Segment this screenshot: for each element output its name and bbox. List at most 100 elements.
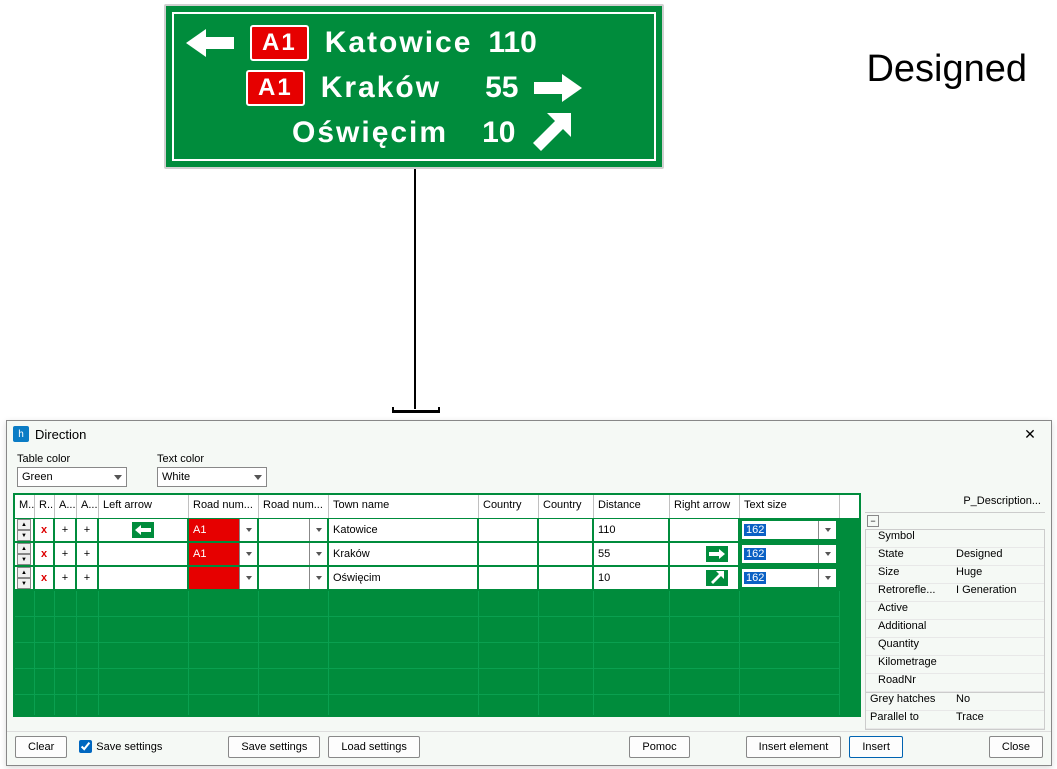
dropdown-icon[interactable] — [239, 567, 257, 589]
property-value[interactable]: I Generation — [952, 584, 1044, 601]
distance-cell[interactable]: 55 — [594, 543, 670, 565]
col-header[interactable]: A... — [55, 495, 77, 518]
add-button[interactable]: + — [55, 543, 77, 565]
property-value[interactable] — [952, 530, 1044, 547]
col-header[interactable]: Town name — [329, 495, 479, 518]
collapse-icon[interactable]: − — [867, 515, 879, 527]
delete-row-button[interactable]: x — [35, 543, 55, 565]
property-value[interactable] — [952, 620, 1044, 637]
row-spinner[interactable]: ▲▼ — [15, 567, 35, 589]
town-cell[interactable]: Kraków — [329, 543, 479, 565]
dropdown-icon[interactable] — [309, 567, 327, 589]
close-button[interactable]: ✕ — [1015, 423, 1045, 445]
property-value[interactable] — [952, 602, 1044, 619]
property-row[interactable]: Retrorefle...I Generation — [866, 584, 1044, 602]
text-color-combo[interactable]: White — [157, 467, 267, 487]
textsize-cell[interactable]: 162 — [740, 567, 840, 589]
properties-header[interactable]: P_Description... — [865, 493, 1045, 513]
col-header[interactable]: Right arrow — [670, 495, 740, 518]
add-button[interactable]: + — [55, 519, 77, 541]
add-button[interactable]: + — [77, 567, 99, 589]
property-value[interactable] — [952, 674, 1044, 691]
country2-cell[interactable] — [539, 567, 594, 589]
add-button[interactable]: + — [77, 543, 99, 565]
distance-cell[interactable]: 10 — [594, 567, 670, 589]
add-button[interactable]: + — [55, 567, 77, 589]
left-arrow-cell[interactable] — [99, 543, 189, 565]
left-arrow-cell[interactable] — [99, 567, 189, 589]
save-settings-check[interactable] — [79, 740, 92, 753]
col-header[interactable]: Country — [479, 495, 539, 518]
road2-cell[interactable] — [259, 519, 329, 541]
dropdown-icon[interactable] — [309, 519, 327, 541]
clear-button[interactable]: Clear — [15, 736, 67, 758]
property-row[interactable]: Kilometrage — [866, 656, 1044, 674]
distance-cell[interactable]: 110 — [594, 519, 670, 541]
road2-cell[interactable] — [259, 543, 329, 565]
road1-cell[interactable]: A1 — [189, 519, 259, 541]
property-value[interactable] — [952, 656, 1044, 673]
property-value[interactable]: No — [952, 693, 1044, 710]
insert-element-button[interactable]: Insert element — [746, 736, 842, 758]
save-settings-button[interactable]: Save settings — [228, 736, 320, 758]
add-button[interactable]: + — [77, 519, 99, 541]
col-header[interactable]: Country — [539, 495, 594, 518]
insert-button[interactable]: Insert — [849, 736, 903, 758]
dropdown-icon[interactable] — [818, 569, 836, 587]
dropdown-icon[interactable] — [239, 543, 257, 565]
property-row[interactable]: StateDesigned — [866, 548, 1044, 566]
town-cell[interactable]: Oświęcim — [329, 567, 479, 589]
country2-cell[interactable] — [539, 543, 594, 565]
col-header[interactable]: Text size — [740, 495, 840, 518]
col-header[interactable]: Left arrow — [99, 495, 189, 518]
dropdown-icon[interactable] — [818, 545, 836, 563]
col-header[interactable]: M.. — [15, 495, 35, 518]
property-row[interactable]: Active — [866, 602, 1044, 620]
property-value[interactable]: Designed — [952, 548, 1044, 565]
col-header[interactable]: Distance — [594, 495, 670, 518]
property-row[interactable]: Additional — [866, 620, 1044, 638]
town-cell[interactable]: Katowice — [329, 519, 479, 541]
property-row[interactable]: Symbol — [866, 530, 1044, 548]
col-header[interactable]: Road num... — [189, 495, 259, 518]
delete-row-button[interactable]: x — [35, 567, 55, 589]
col-header[interactable]: R... — [35, 495, 55, 518]
property-row[interactable]: RoadNr — [866, 674, 1044, 692]
row-spinner[interactable]: ▲▼ — [15, 519, 35, 541]
property-value[interactable] — [952, 638, 1044, 655]
country1-cell[interactable] — [479, 567, 539, 589]
country1-cell[interactable] — [479, 519, 539, 541]
textsize-cell[interactable]: 162 — [740, 519, 840, 541]
table-color-combo[interactable]: Green — [17, 467, 127, 487]
close-footer-button[interactable]: Close — [989, 736, 1043, 758]
row-spinner[interactable]: ▲▼ — [15, 543, 35, 565]
right-arrow-cell[interactable] — [670, 543, 740, 565]
col-header[interactable]: Road num... — [259, 495, 329, 518]
country2-cell[interactable] — [539, 519, 594, 541]
property-name: Symbol — [866, 530, 952, 547]
road1-cell[interactable]: A1 — [189, 543, 259, 565]
help-button[interactable]: Pomoc — [629, 736, 689, 758]
country1-cell[interactable] — [479, 543, 539, 565]
dropdown-icon[interactable] — [309, 543, 327, 565]
dropdown-icon[interactable] — [818, 521, 836, 539]
property-name: Parallel to — [866, 711, 952, 728]
col-header[interactable]: A... — [77, 495, 99, 518]
property-row[interactable]: SizeHuge — [866, 566, 1044, 584]
delete-row-button[interactable]: x — [35, 519, 55, 541]
left-arrow-cell[interactable] — [99, 519, 189, 541]
property-row[interactable]: Quantity — [866, 638, 1044, 656]
right-arrow-cell[interactable] — [670, 519, 740, 541]
property-row[interactable]: Parallel toTrace — [866, 711, 1044, 729]
right-arrow-cell[interactable] — [670, 567, 740, 589]
property-row[interactable]: Grey hatchesNo — [866, 693, 1044, 711]
textsize-cell[interactable]: 162 — [740, 543, 840, 565]
save-settings-checkbox[interactable]: Save settings — [79, 740, 162, 753]
dropdown-icon[interactable] — [239, 519, 257, 541]
road2-cell[interactable] — [259, 567, 329, 589]
property-value[interactable]: Trace — [952, 711, 1044, 728]
road1-cell[interactable] — [189, 567, 259, 589]
road-shield: A1 — [250, 25, 309, 61]
property-value[interactable]: Huge — [952, 566, 1044, 583]
load-settings-button[interactable]: Load settings — [328, 736, 419, 758]
